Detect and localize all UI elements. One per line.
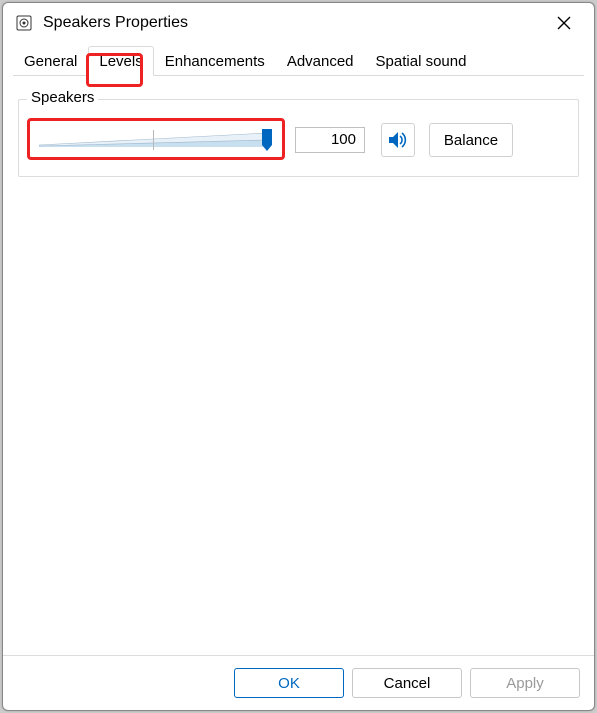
window-title: Speakers Properties [43, 14, 544, 32]
speakers-groupbox: Speakers [18, 99, 579, 177]
groupbox-label: Speakers [27, 89, 98, 106]
apply-button: Apply [470, 668, 580, 698]
volume-slider-container [33, 122, 281, 158]
speaker-sound-icon [387, 129, 409, 151]
titlebar: Speakers Properties [3, 3, 594, 43]
close-icon [557, 16, 571, 30]
tab-bar: General Levels Enhancements Advanced Spa… [3, 43, 594, 75]
tab-general[interactable]: General [13, 46, 88, 75]
tab-enhancements[interactable]: Enhancements [154, 46, 276, 75]
tab-content: Speakers [3, 76, 594, 655]
tab-advanced[interactable]: Advanced [276, 46, 365, 75]
properties-window: Speakers Properties General Levels Enhan… [2, 2, 595, 711]
cancel-button[interactable]: Cancel [352, 668, 462, 698]
mute-button[interactable] [381, 123, 415, 157]
slider-thumb[interactable] [261, 128, 273, 152]
balance-button[interactable]: Balance [429, 123, 513, 157]
speaker-app-icon [15, 14, 33, 32]
close-button[interactable] [544, 8, 584, 38]
tab-spatial-sound[interactable]: Spatial sound [365, 46, 478, 75]
ok-button[interactable]: OK [234, 668, 344, 698]
tab-levels[interactable]: Levels [88, 46, 153, 76]
level-row: 100 Balance [33, 122, 564, 158]
volume-value[interactable]: 100 [295, 127, 365, 153]
volume-slider[interactable] [39, 130, 273, 150]
dialog-footer: OK Cancel Apply [3, 655, 594, 710]
slider-mid-tick [153, 130, 154, 150]
